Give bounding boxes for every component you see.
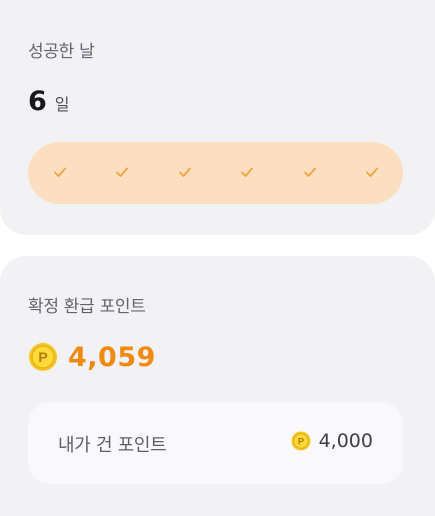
coin-letter: P — [297, 437, 304, 448]
bet-points-label: 내가 건 포인트 — [58, 435, 167, 456]
coin-letter: P — [38, 349, 47, 365]
refund-points-title: 확정 환급 포인트 — [28, 297, 146, 317]
days-unit: 일 — [54, 95, 70, 114]
refund-points-value: 4,059 — [68, 341, 156, 373]
check-icon — [366, 167, 378, 177]
check-icon — [304, 167, 316, 177]
point-coin-icon: P — [29, 343, 57, 371]
bet-points-box: 내가 건 포인트 P 4,000 — [28, 402, 403, 484]
success-days-count: 6 일 — [28, 86, 70, 117]
bet-points-amount: P 4,000 — [291, 430, 373, 452]
streak-progress-bar — [28, 142, 403, 204]
check-icon — [116, 167, 128, 177]
refund-points-amount: P 4,059 — [28, 340, 156, 374]
success-days-title: 성공한 날 — [28, 42, 95, 62]
check-icon — [179, 167, 191, 177]
point-coin-icon: P — [291, 431, 311, 451]
check-icon — [54, 167, 66, 177]
check-icon — [241, 167, 253, 177]
days-number: 6 — [28, 86, 47, 117]
bet-points-value: 4,000 — [318, 430, 373, 452]
success-days-card: 성공한 날 6 일 — [0, 0, 435, 235]
